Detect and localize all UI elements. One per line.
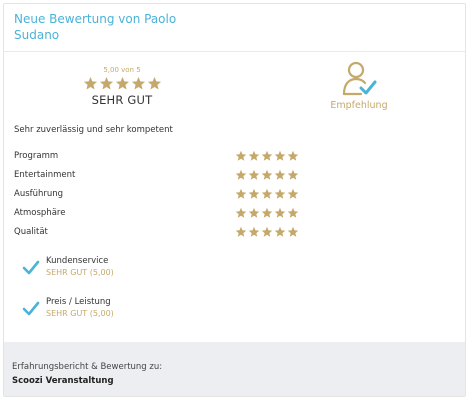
star-icon <box>147 76 161 90</box>
star-icon <box>287 226 299 237</box>
star-icon <box>248 188 260 199</box>
verdict-label: SEHR GUT <box>91 93 153 107</box>
check-icon <box>22 301 40 316</box>
star-icon <box>248 169 260 180</box>
criterion-row: Entertainment <box>14 165 314 184</box>
criterion-label: Atmosphäre <box>14 207 66 218</box>
recommendation-label: Empfehlung <box>330 100 388 111</box>
footer-label: Erfahrungsbericht & Bewertung zu: <box>12 362 163 372</box>
review-title[interactable]: Neue Bewertung von Paolo Sudano <box>14 11 204 43</box>
criterion-label: Ausführung <box>14 188 64 199</box>
star-icon <box>287 207 299 218</box>
star-icon <box>235 226 247 237</box>
criterion-stars <box>235 207 299 219</box>
star-icon <box>274 226 286 237</box>
criterion-row: Atmosphäre <box>14 203 314 222</box>
extra-rating: SEHR GUT (5,00) <box>46 268 114 277</box>
check-icon <box>22 260 40 275</box>
review-footer: Erfahrungsbericht & Bewertung zu: Scoozi… <box>4 342 465 396</box>
criterion-stars <box>235 226 299 238</box>
review-comment: Sehr zuverlässig und sehr kompetent <box>14 125 173 135</box>
extra-rating-item: Kundenservice SEHR GUT (5,00) <box>22 255 114 296</box>
star-icon <box>248 226 260 237</box>
criterion-label: Programm <box>14 150 59 161</box>
review-card: Neue Bewertung von Paolo Sudano 5,00 von… <box>3 3 466 397</box>
star-icon <box>261 226 273 237</box>
extra-label: Preis / Leistung <box>46 297 111 307</box>
star-icon <box>115 76 129 90</box>
star-icon <box>274 207 286 218</box>
extra-rating-item: Preis / Leistung SEHR GUT (5,00) <box>22 296 114 337</box>
score-text: 5,00 von 5 <box>103 66 141 74</box>
star-icon <box>261 188 273 199</box>
star-icon <box>261 207 273 218</box>
star-icon <box>274 169 286 180</box>
review-header: Neue Bewertung von Paolo Sudano <box>4 4 465 52</box>
star-icon <box>248 207 260 218</box>
criterion-row: Qualität <box>14 222 314 241</box>
recommendation: Empfehlung <box>324 60 394 111</box>
extra-rating: SEHR GUT (5,00) <box>46 309 114 318</box>
star-icon <box>274 150 286 161</box>
star-icon <box>287 150 299 161</box>
recommend-person-icon <box>342 61 377 96</box>
review-summary: 5,00 von 5 SEHR GUT Empfehlung <box>4 52 465 122</box>
star-icon <box>261 169 273 180</box>
check-icon-wrap <box>22 255 44 296</box>
star-icon <box>83 76 97 90</box>
criterion-stars <box>235 169 299 181</box>
footer-subject[interactable]: Scoozi Veranstaltung <box>12 374 457 388</box>
criteria-list: Programm Entertainment Ausführung Atmosphär… <box>14 146 314 241</box>
star-icon <box>261 150 273 161</box>
star-icon <box>131 76 145 90</box>
criterion-row: Ausführung <box>14 184 314 203</box>
criterion-stars <box>235 188 299 200</box>
star-icon <box>287 169 299 180</box>
star-icon <box>99 76 113 90</box>
star-icon <box>248 150 260 161</box>
extras-list: Kundenservice SEHR GUT (5,00) Preis / Leis… <box>22 255 114 337</box>
star-icon <box>235 207 247 218</box>
star-icon <box>274 188 286 199</box>
extra-label: Kundenservice <box>46 256 109 266</box>
criterion-label: Qualität <box>14 226 48 237</box>
star-icon <box>235 150 247 161</box>
star-icon <box>235 169 247 180</box>
criterion-label: Entertainment <box>14 169 76 180</box>
star-icon <box>287 188 299 199</box>
criterion-row: Programm <box>14 146 314 165</box>
star-icon <box>235 188 247 199</box>
check-icon-wrap <box>22 296 44 337</box>
overall-score: 5,00 von 5 SEHR GUT <box>82 66 162 107</box>
criterion-stars <box>235 150 299 162</box>
overall-stars <box>82 76 162 91</box>
